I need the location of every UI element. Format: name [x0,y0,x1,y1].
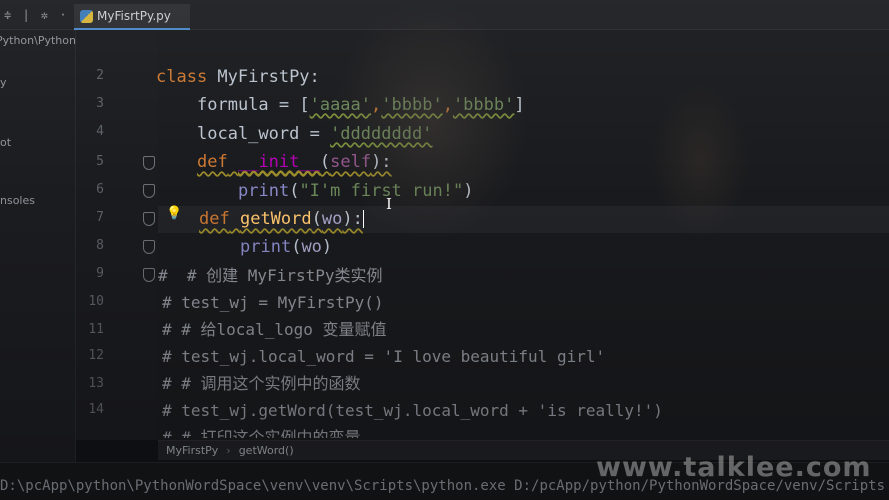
function-name: __init__ [237,152,320,172]
code-line-10: # test_wj = MyFirstPy() [162,293,384,312]
line-number: 14 [88,402,104,417]
code-text: ( [319,152,331,172]
line-number: 9 [96,266,104,281]
string-literal: 'aaaa' [309,95,372,115]
fold-marker-icon[interactable] [143,156,155,170]
line-number: 3 [96,96,104,111]
fold-marker-icon[interactable] [143,212,155,226]
line-number: 13 [88,376,104,391]
line-number: 12 [88,348,104,363]
line-number: 4 [96,124,104,139]
sidebar-item-consoles[interactable]: nsoles [0,194,35,207]
code-text: local_word = [197,124,331,144]
mouse-ibeam-icon: I [386,195,392,213]
fold-marker-icon[interactable] [143,184,155,198]
text-cursor [362,210,364,228]
code-line-8: print(wo) [156,234,332,261]
fold-marker-icon[interactable] [143,240,155,254]
tab-myfisrtpy[interactable]: MyFisrtPy.py [74,4,190,30]
code-text: ( [311,209,322,229]
code-line-11: # # 给local_logo 变量赋值 [162,320,387,339]
code-line-5: def __init__(self): [156,149,392,176]
code-line-12: # test_wj.local_word = 'I love beautiful… [162,347,606,366]
python-file-icon [80,9,93,23]
code-line-4: local_word = 'dddddddd' [156,121,432,148]
code-line-14: # test_wj.getWord(test_wj.local_word + '… [162,401,663,420]
project-sidebar: Python\Python y ot nsoles [0,30,76,470]
builtin-function: print [238,181,290,201]
comma: , [371,95,382,115]
string-literal: 'dddddddd' [330,124,433,144]
code-text: ] [514,95,525,115]
code-line-7[interactable]: def getWord(wo): [156,206,364,233]
code-text: ): [342,209,363,229]
parameter: wo [301,237,322,257]
code-text: ) [463,181,474,201]
line-number: 11 [88,322,104,337]
line-number: 2 [96,68,104,83]
code-text: ( [291,237,302,257]
string-literal: 'bbbb' [452,95,515,115]
function-name: getWord [239,209,312,229]
breadcrumb-separator: › [226,444,231,457]
tab-label: MyFisrtPy.py [97,9,171,23]
line-number: 5 [96,154,104,169]
fold-marker-icon[interactable] [143,268,155,282]
string-literal: "I'm first run!" [299,181,464,201]
keyword: class [156,67,208,87]
line-number: 10 [88,294,104,309]
builtin-function: print [240,237,292,257]
top-toolbar: ≑ | ✲ · |- MyFisrtPy.py [0,0,889,30]
code-line-6: print("I'm first run!") [156,178,473,205]
comma: , [442,95,453,115]
code-line-15: # # 打印这个实例中的变量 [162,428,361,438]
keyword: def [197,152,228,172]
breadcrumb-class[interactable]: MyFirstPy [166,444,218,457]
code-text: ): [371,152,392,172]
code-line-3: formula = ['aaaa','bbbb','bbbb'] [156,92,525,119]
code-text: ) [321,237,333,257]
string-literal: 'bbbb' [381,95,443,115]
code-text: formula = [ [197,95,310,115]
parameter: wo [321,209,343,229]
line-number: 7 [96,210,104,225]
line-number: 8 [96,238,104,253]
sidebar-item-path[interactable]: Python\Python [0,34,76,47]
sidebar-item-ot[interactable]: ot [0,136,11,149]
self-param: self [330,152,372,172]
class-name: MyFirstPy: [207,67,320,87]
line-number: 6 [96,182,104,197]
breadcrumb-method[interactable]: getWord() [239,444,294,457]
code-text: ( [289,181,300,201]
keyword: def [199,209,230,229]
watermark: www.talklee.com [596,452,872,483]
code-line-13: # # 调用这个实例中的函数 [162,374,361,393]
code-line-2: class MyFirstPy: [156,64,320,91]
sidebar-item-y[interactable]: y [0,76,7,89]
code-line-9: # # 创建 MyFirstPy类实例 [158,266,383,285]
